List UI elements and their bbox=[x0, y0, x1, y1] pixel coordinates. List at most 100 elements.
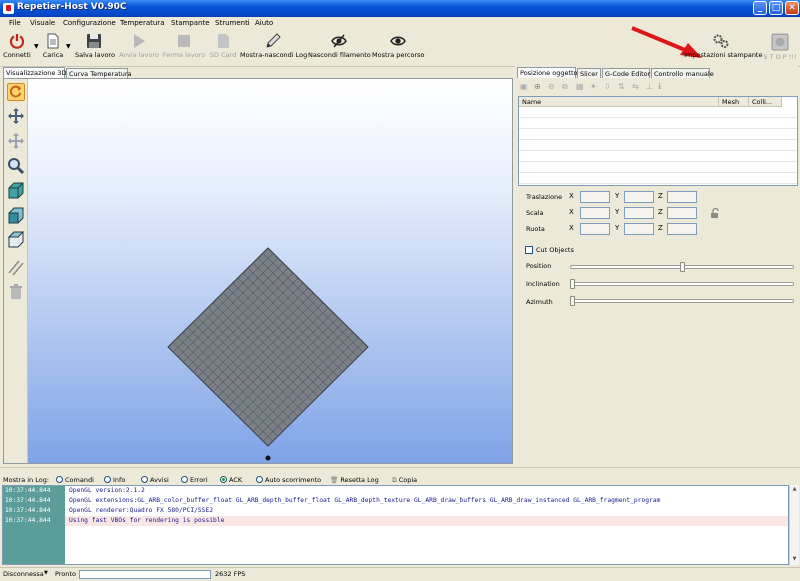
translate-x-input[interactable] bbox=[580, 191, 610, 203]
azimuth-slider-thumb[interactable] bbox=[570, 296, 575, 306]
column-name[interactable]: Name bbox=[519, 97, 719, 107]
toggle-log-button[interactable]: Mostra-nascondi Log bbox=[240, 33, 307, 59]
menu-file[interactable]: File bbox=[9, 19, 21, 27]
log-option-ack[interactable]: ACK bbox=[220, 476, 242, 484]
tab-temperature-curve[interactable]: Curva Temperatura bbox=[66, 68, 132, 78]
scale-x-input[interactable] bbox=[580, 207, 610, 219]
rotate-z-input[interactable] bbox=[667, 223, 697, 235]
hide-filament-button[interactable]: Nascondi filamento bbox=[308, 33, 371, 59]
table-row bbox=[519, 108, 797, 118]
inclination-slider-thumb[interactable] bbox=[570, 279, 575, 289]
menu-temperature[interactable]: Temperatura bbox=[120, 19, 164, 27]
load-button[interactable]: Carica bbox=[41, 33, 65, 59]
tab-manual-control[interactable]: Controllo manuale bbox=[651, 68, 714, 78]
log-option-errors[interactable]: Errori bbox=[181, 476, 208, 484]
translate-z-input[interactable] bbox=[667, 191, 697, 203]
isometric-view-button[interactable] bbox=[7, 182, 25, 200]
close-button[interactable]: ✕ bbox=[785, 1, 799, 15]
add-object-icon[interactable]: ⊕ bbox=[534, 82, 541, 91]
sd-card-icon bbox=[218, 34, 229, 48]
mirror-object-icon[interactable]: ⇅ bbox=[618, 82, 625, 91]
connection-status[interactable]: Disconnessa bbox=[3, 570, 44, 578]
menu-printer[interactable]: Stampante bbox=[171, 19, 210, 27]
drop-object-icon[interactable]: ⇩ bbox=[604, 82, 611, 91]
copy-object-icon[interactable]: ⧉ bbox=[562, 82, 568, 92]
front-view-button[interactable] bbox=[7, 207, 25, 225]
object-info-icon[interactable]: ℹ bbox=[658, 82, 661, 91]
scroll-up-icon[interactable]: ▲ bbox=[790, 485, 799, 494]
status-text: Pronto bbox=[55, 570, 76, 578]
3d-viewport[interactable] bbox=[3, 78, 513, 464]
land-object-icon[interactable]: ⊥ bbox=[646, 82, 653, 91]
load-dropdown-icon[interactable]: ▼ bbox=[66, 43, 71, 50]
log-entry: 10:37:44.844 OpenGL version:2.1.2 bbox=[5, 487, 145, 494]
split-object-icon[interactable]: ⇆ bbox=[632, 82, 639, 91]
connect-button[interactable]: Connetti bbox=[2, 33, 32, 59]
scale-y-input[interactable] bbox=[624, 207, 654, 219]
translate-label: Traslazione bbox=[526, 193, 563, 201]
minimize-button[interactable]: _ bbox=[753, 1, 767, 15]
save-job-button[interactable]: Salva lavoro bbox=[75, 33, 115, 59]
inclination-slider[interactable] bbox=[570, 282, 794, 286]
translate-y-input[interactable] bbox=[624, 191, 654, 203]
radio-icon bbox=[104, 476, 111, 483]
log-output[interactable]: 10:37:44.844 OpenGL version:2.1.2 10:37:4… bbox=[2, 485, 789, 565]
azimuth-slider[interactable] bbox=[570, 299, 794, 303]
top-view-button[interactable] bbox=[7, 231, 25, 249]
log-option-warnings[interactable]: Avvisi bbox=[141, 476, 169, 484]
floppy-icon bbox=[87, 34, 101, 48]
center-object-icon[interactable]: ✦ bbox=[590, 82, 597, 91]
print-bed bbox=[167, 247, 369, 461]
scroll-down-icon[interactable]: ▼ bbox=[790, 555, 799, 564]
sd-card-button[interactable]: SD Card bbox=[208, 33, 238, 59]
rotate-y-input[interactable] bbox=[624, 223, 654, 235]
tab-gcode-editor[interactable]: G-Code Editor bbox=[602, 68, 650, 78]
move-object-button[interactable] bbox=[7, 132, 25, 150]
rotate-x-input[interactable] bbox=[580, 223, 610, 235]
maximize-button[interactable]: □ bbox=[769, 1, 783, 15]
stop-icon bbox=[178, 35, 190, 47]
position-slider-thumb[interactable] bbox=[679, 262, 685, 272]
connection-dropdown-icon[interactable]: ▼ bbox=[44, 570, 48, 576]
save-object-icon[interactable]: ▣ bbox=[520, 82, 528, 91]
delete-object-button[interactable] bbox=[7, 283, 25, 301]
log-option-commands[interactable]: Comandi bbox=[56, 476, 94, 484]
cut-objects-checkbox[interactable] bbox=[525, 246, 533, 254]
lock-icon[interactable] bbox=[710, 208, 720, 218]
rotate-view-button[interactable] bbox=[7, 83, 25, 101]
move-view-button[interactable] bbox=[7, 107, 25, 125]
stop-job-button[interactable]: Ferma lavoro bbox=[162, 33, 206, 59]
printer-settings-button[interactable]: Impostazioni stampante bbox=[684, 33, 762, 59]
column-mesh[interactable]: Mesh bbox=[719, 97, 749, 107]
reset-log-button[interactable]: 🗑 Resetta Log bbox=[330, 476, 379, 484]
tab-slicer[interactable]: Slicer bbox=[577, 68, 601, 78]
menu-tools[interactable]: Strumenti bbox=[215, 19, 250, 27]
connect-dropdown-icon[interactable]: ▼ bbox=[34, 43, 39, 50]
start-job-button[interactable]: Avvia lavoro bbox=[119, 33, 159, 59]
scale-z-input[interactable] bbox=[667, 207, 697, 219]
zoom-button[interactable] bbox=[7, 157, 25, 175]
show-path-button[interactable]: Mostra percorso bbox=[372, 33, 424, 59]
copy-log-button[interactable]: ⧉ Copia bbox=[392, 476, 417, 485]
remove-object-icon[interactable]: ⊖ bbox=[548, 82, 555, 91]
object-table[interactable]: Name Mesh Colli... bbox=[518, 96, 798, 186]
column-collision[interactable]: Colli... bbox=[749, 97, 782, 107]
radio-icon bbox=[181, 476, 188, 483]
emergency-stop-button[interactable]: S T O P !!! bbox=[762, 33, 798, 61]
radio-icon bbox=[56, 476, 63, 483]
menu-config[interactable]: Configurazione bbox=[63, 19, 116, 27]
menu-view[interactable]: Visuale bbox=[30, 19, 55, 27]
menu-help[interactable]: Aiuto bbox=[255, 19, 273, 27]
emergency-stop-icon bbox=[771, 33, 789, 51]
log-option-info[interactable]: Info bbox=[104, 476, 125, 484]
log-scrollbar[interactable]: ▲ ▼ bbox=[789, 485, 799, 565]
autoposition-icon[interactable]: ▦ bbox=[576, 82, 584, 91]
tab-3d-view[interactable]: Visualizzazione 3D bbox=[3, 67, 67, 78]
table-row bbox=[519, 119, 797, 129]
copy-icon: ⧉ bbox=[392, 476, 397, 484]
log-option-autoscroll[interactable]: Auto scorrimento bbox=[256, 476, 321, 484]
eye-icon bbox=[390, 36, 406, 46]
parallel-projection-button[interactable] bbox=[7, 259, 25, 277]
tab-object-position[interactable]: Posizione oggetto bbox=[517, 67, 578, 78]
log-entry: 10:37:44.844 OpenGL renderer:Quadro FX 58… bbox=[5, 507, 214, 514]
